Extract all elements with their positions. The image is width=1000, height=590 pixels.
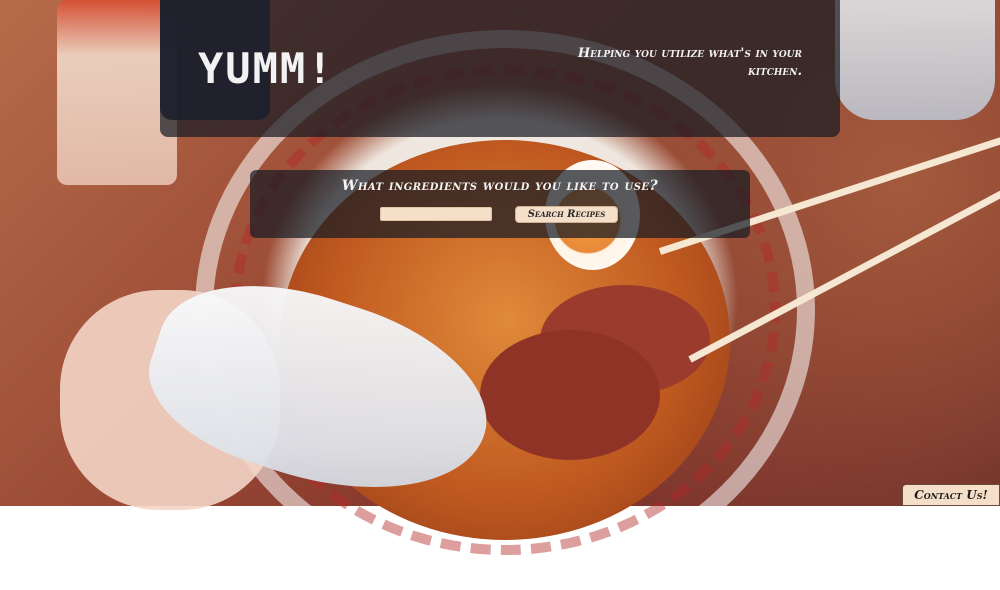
site-header: YUMM! Helping you utilize what's in your…: [160, 0, 840, 137]
ingredient-search-input[interactable]: [380, 207, 492, 221]
search-question: What ingredients would you like to use?: [341, 178, 659, 194]
search-recipes-button[interactable]: Search Recipes: [515, 206, 618, 223]
site-tagline: Helping you utilize what's in your kitch…: [577, 46, 802, 79]
meat-decor: [480, 330, 660, 460]
site-logo: YUMM!: [198, 44, 335, 93]
glass-decor: [835, 0, 995, 120]
spice-bottle-decor: [57, 0, 177, 185]
ingredient-search-panel: What ingredients would you like to use? …: [250, 170, 750, 238]
contact-us-button[interactable]: Contact Us!: [902, 484, 1000, 506]
